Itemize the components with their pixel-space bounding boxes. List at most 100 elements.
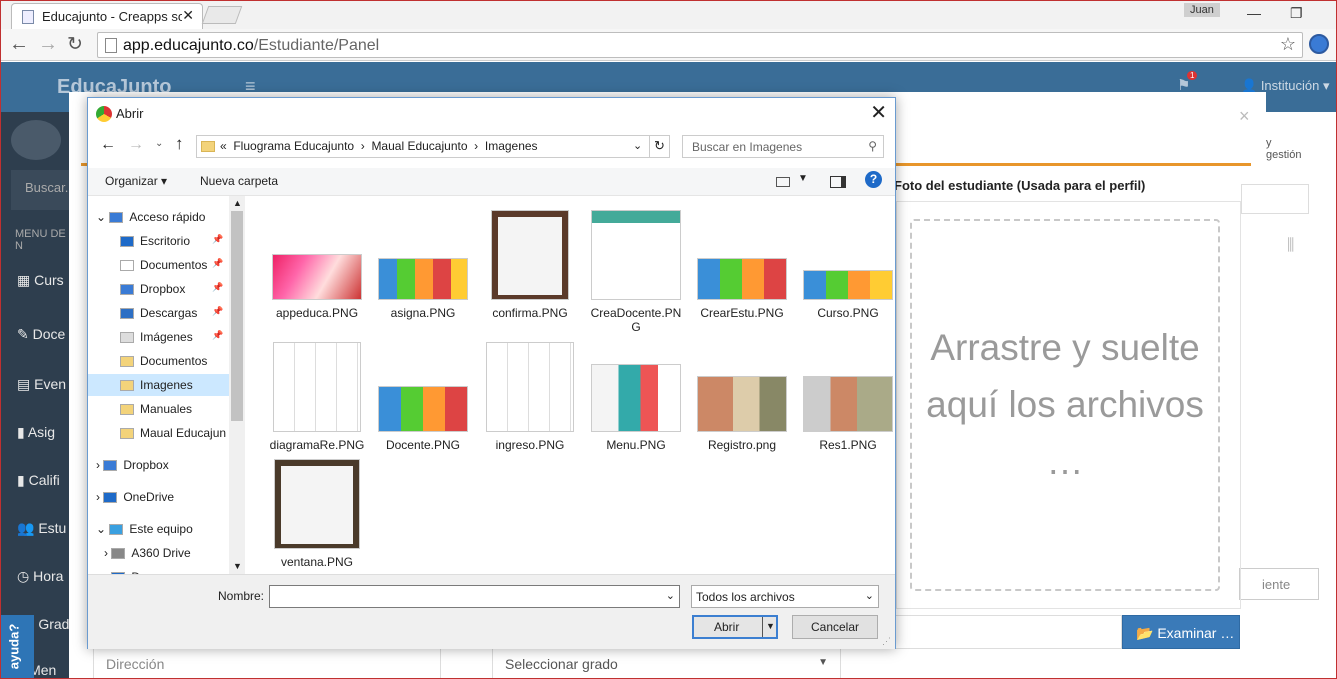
chrome-icon <box>96 106 112 122</box>
nav-item[interactable]: Manuales <box>120 402 192 416</box>
right-partial-text: y gestión <box>1266 137 1302 161</box>
sidebar-item[interactable]: ◷ Hora <box>17 568 63 585</box>
expand-chevron-icon[interactable]: ⌄ <box>96 210 109 224</box>
file-item[interactable]: confirma.PNG <box>480 210 580 320</box>
file-item[interactable]: Docente.PNG <box>373 386 473 452</box>
nav-scrollbar-thumb[interactable] <box>231 211 243 421</box>
browse-button[interactable]: 📂 Examinar … <box>1122 615 1240 649</box>
file-item[interactable]: Menu.PNG <box>586 364 686 452</box>
nav-onedrive[interactable]: › OneDrive <box>96 490 174 504</box>
scroll-up-icon[interactable]: ▲ <box>233 198 242 208</box>
close-tab-icon[interactable]: ✕ <box>182 7 194 24</box>
dropzone[interactable]: Arrastre y suelte aquí los archivos … <box>910 219 1220 591</box>
file-item[interactable]: asigna.PNG <box>373 258 473 320</box>
sidebar-search[interactable]: Buscar... <box>11 170 76 210</box>
sidebar-item[interactable]: 👥 Estu <box>17 520 66 537</box>
address-bar[interactable]: app.educajunto.co/Estudiante/Panel ☆ <box>97 32 1303 58</box>
path-bar[interactable]: « Fluograma Educajunto › Maual Educajunt… <box>196 135 670 158</box>
profile-badge[interactable]: Juan <box>1184 3 1220 17</box>
back-icon[interactable]: ← <box>9 33 29 56</box>
breadcrumb-item[interactable]: Fluograma Educajunto <box>233 139 354 153</box>
reload-icon[interactable]: ↻ <box>67 33 83 56</box>
file-caption-field[interactable] <box>894 615 1122 649</box>
help-icon[interactable]: ? <box>865 171 882 188</box>
cancel-button[interactable]: Cancelar <box>792 615 878 639</box>
sidebar-item[interactable]: ▤ Even <box>17 376 66 393</box>
grade-select[interactable]: Seleccionar grado ▼ <box>492 646 841 678</box>
file-item[interactable]: CrearEstu.PNG <box>692 258 792 320</box>
extension-globe-icon[interactable] <box>1309 34 1329 54</box>
address-input[interactable]: Dirección <box>93 646 441 678</box>
partial-button[interactable]: iente <box>1239 568 1319 600</box>
expand-chevron-icon[interactable]: ⌄ <box>96 522 109 536</box>
view-options-icon[interactable] <box>776 177 790 187</box>
new-folder-button[interactable]: Nueva carpeta <box>200 174 278 188</box>
file-item[interactable]: Res1.PNG <box>798 376 898 452</box>
dialog-close-icon[interactable]: ✕ <box>870 100 887 125</box>
nav-item-label: Escritorio <box>140 234 191 248</box>
preview-pane-icon[interactable] <box>830 176 846 188</box>
nav-item[interactable]: Imágenes 📌 <box>120 330 223 344</box>
nav-item[interactable]: Dropbox 📌 <box>120 282 223 296</box>
chevron-down-icon[interactable]: ⌄ <box>633 139 642 152</box>
sidebar-item[interactable]: ▦ Curs <box>17 272 64 289</box>
sidebar-item-label: Curs <box>34 272 64 288</box>
file-item[interactable]: ingreso.PNG <box>480 342 580 452</box>
file-item[interactable]: Registro.png <box>692 376 792 452</box>
folder-icon <box>120 404 134 416</box>
expand-chevron-icon[interactable]: › <box>96 490 103 504</box>
breadcrumb-item[interactable]: Imagenes <box>485 139 538 153</box>
forward-icon[interactable]: → <box>128 136 144 154</box>
file-item[interactable]: diagramaRe.PNG <box>267 342 367 452</box>
restore-icon[interactable]: ❐ <box>1290 5 1303 22</box>
browser-tab[interactable]: Educajunto - Creapps solu ✕ <box>11 3 203 29</box>
nav-a360[interactable]: › A360 Drive <box>104 546 191 560</box>
chevron-down-icon[interactable]: ⌄ <box>666 589 675 602</box>
recent-locations-icon[interactable]: ⌄ <box>155 138 163 149</box>
bookmark-star-icon[interactable]: ☆ <box>1280 34 1296 55</box>
file-item[interactable]: CreaDocente.PNG <box>586 210 686 334</box>
file-item[interactable]: Curso.PNG <box>798 270 898 320</box>
open-split-arrow-icon[interactable]: ▼ <box>762 617 776 637</box>
nav-item[interactable]: Imagenes <box>88 374 229 396</box>
file-thumbnail <box>491 210 569 300</box>
file-item[interactable]: ventana.PNG <box>267 459 367 569</box>
modal-close-icon[interactable]: × <box>1239 106 1250 127</box>
filename-input[interactable]: ⌄ <box>269 585 680 608</box>
sidebar-item[interactable]: ✎ Doce <box>17 326 65 343</box>
sidebar-item[interactable]: ▮ Asig <box>17 424 55 441</box>
nav-item[interactable]: Maual Educajun <box>120 426 226 440</box>
dialog-search-input[interactable]: Buscar en Imagenes ⚲ <box>682 135 884 158</box>
nav-quick-access[interactable]: ⌄ Acceso rápido <box>96 210 205 224</box>
sidebar-item[interactable]: ▮ Califi <box>17 472 60 489</box>
nav-item[interactable]: Descargas 📌 <box>120 306 223 320</box>
nav-this-pc[interactable]: ⌄ Este equipo <box>96 522 193 536</box>
open-button[interactable]: Abrir ▼ <box>692 615 778 639</box>
nav-item[interactable]: Documentos <box>120 354 207 368</box>
file-list: appeduca.PNG asigna.PNG confirma.PNG CreaDo… <box>248 196 894 574</box>
dialog-footer: Nombre: ⌄ Todos los archivos ⌄ Abrir ▼ Can… <box>88 574 895 649</box>
forward-icon[interactable]: → <box>38 33 58 56</box>
resize-grip-icon[interactable]: ⋰ <box>882 636 891 647</box>
filetype-select[interactable]: Todos los archivos ⌄ <box>691 585 879 608</box>
nav-item[interactable]: Escritorio 📌 <box>120 234 223 248</box>
expand-chevron-icon[interactable]: › <box>104 546 111 560</box>
page-icon <box>105 38 117 53</box>
help-label: ayuda? <box>6 623 22 670</box>
organize-button[interactable]: Organizar ▾ <box>105 174 167 188</box>
back-icon[interactable]: ← <box>100 136 116 154</box>
refresh-icon[interactable]: ↻ <box>649 136 669 157</box>
new-tab-button[interactable] <box>201 6 243 24</box>
up-folder-icon[interactable]: ↑ <box>175 134 184 154</box>
view-dropdown-icon[interactable]: ▼ <box>798 173 808 184</box>
columns-icon[interactable]: ⫼ <box>1287 237 1294 255</box>
expand-chevron-icon[interactable]: › <box>96 458 103 472</box>
nav-item[interactable]: Documentos 📌 <box>120 258 223 272</box>
help-tab[interactable]: ayuda? <box>1 615 34 678</box>
file-item[interactable]: appeduca.PNG <box>267 254 367 320</box>
scroll-down-icon[interactable]: ▼ <box>233 561 242 571</box>
breadcrumb-item[interactable]: Maual Educajunto <box>371 139 467 153</box>
folder-open-icon: 📂 <box>1136 625 1154 641</box>
nav-dropbox[interactable]: › Dropbox <box>96 458 169 472</box>
minimize-icon[interactable]: — <box>1247 5 1261 21</box>
